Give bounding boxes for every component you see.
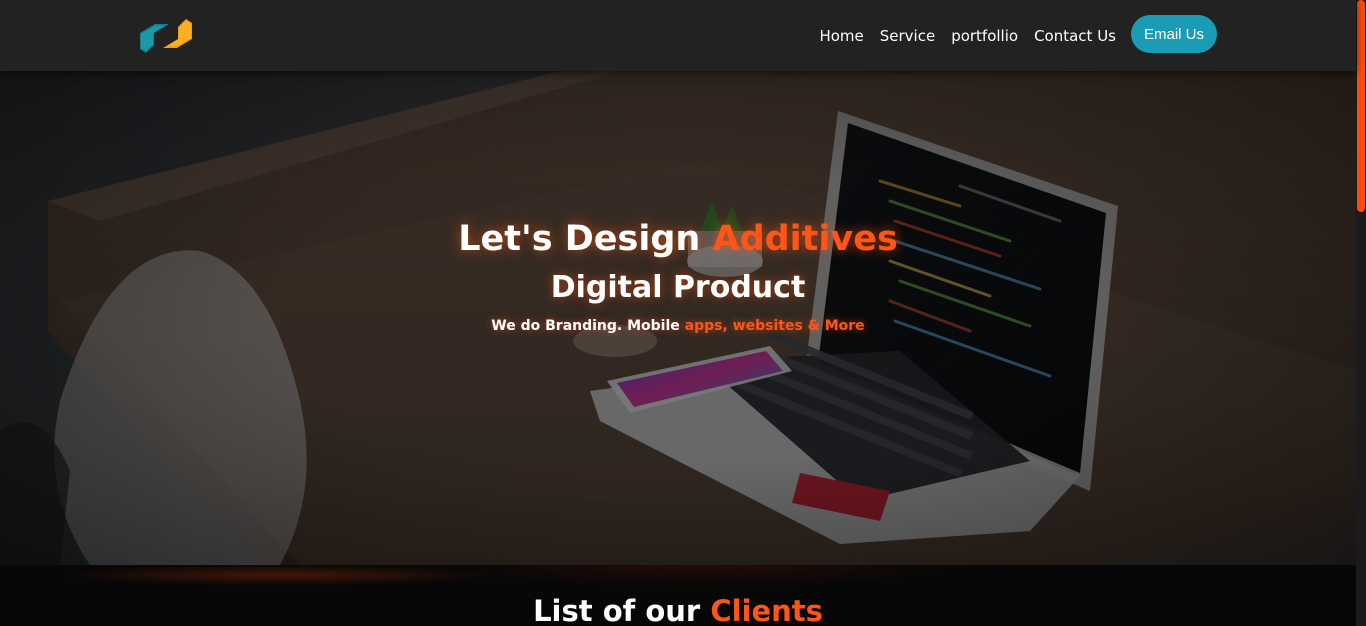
- email-us-button[interactable]: Email Us: [1131, 15, 1217, 53]
- hero-title: Let's Design Additives: [0, 218, 1356, 260]
- nav-link-home[interactable]: Home: [819, 27, 863, 45]
- brand-logo-icon[interactable]: [137, 9, 195, 62]
- hero-text-block: Let's Design Additives Digital Product W…: [0, 71, 1356, 565]
- nav-menu: Home Service portfollio Contact Us: [803, 0, 1116, 71]
- hero-tagline: We do Branding. Mobile apps, websites & …: [0, 317, 1356, 335]
- hero-subtitle: Digital Product: [550, 270, 806, 305]
- top-navbar: Home Service portfollio Contact Us Email…: [0, 0, 1356, 71]
- clients-heading-accent: Clients: [710, 594, 823, 626]
- hero-section: Let's Design Additives Digital Product W…: [0, 71, 1356, 565]
- hero-tagline-main: We do Branding. Mobile: [491, 318, 685, 334]
- clients-heading-main: List of our: [533, 594, 711, 626]
- nav-link-portfolio[interactable]: portfollio: [951, 27, 1018, 45]
- page-scrollbar-thumb[interactable]: [1357, 0, 1365, 212]
- hero-title-main: Let's Design: [458, 219, 713, 259]
- hero-tagline-accent: apps, websites & More: [684, 318, 865, 334]
- nav-link-contact[interactable]: Contact Us: [1034, 27, 1116, 45]
- nav-link-service[interactable]: Service: [880, 27, 935, 45]
- clients-heading: List of our Clients: [0, 593, 1356, 626]
- hero-title-accent: Additives: [712, 219, 898, 259]
- clients-section: List of our Clients: [0, 565, 1356, 626]
